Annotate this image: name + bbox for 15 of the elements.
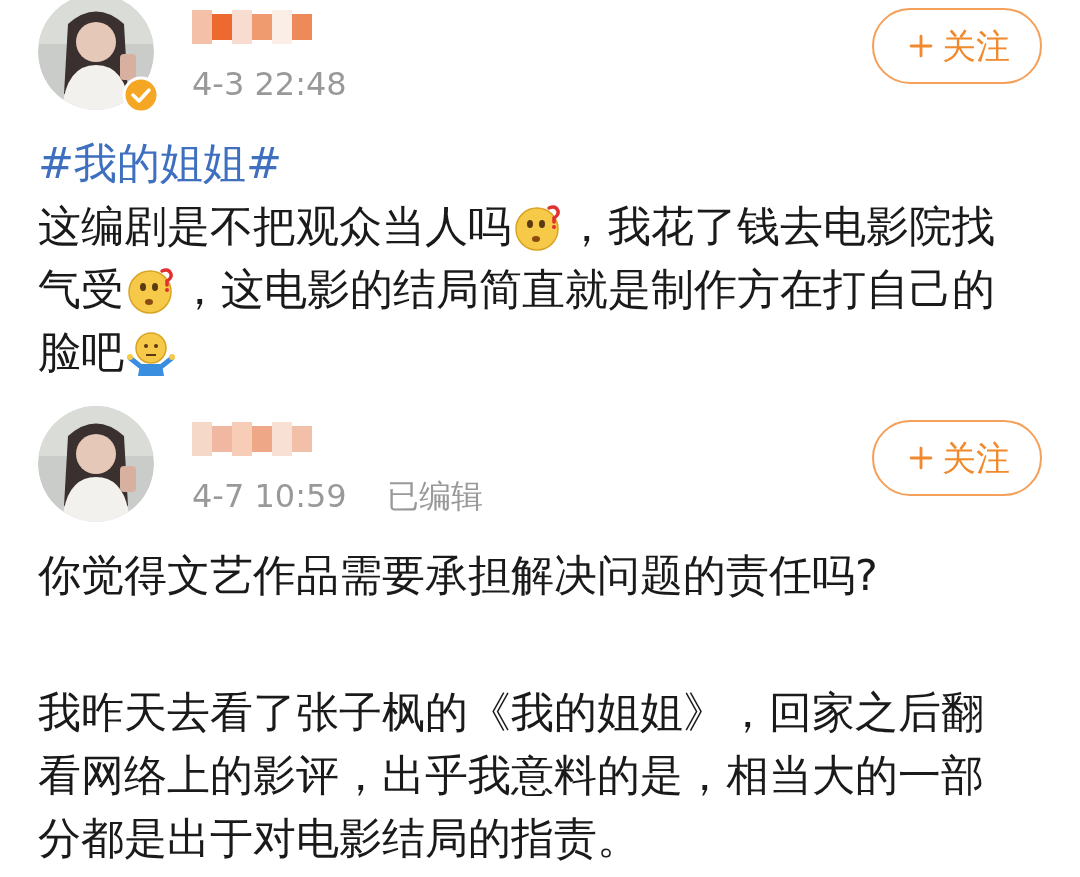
edited-label: 已编辑 [386,476,483,516]
post-text: 这编剧是不把观众当人吗 [38,200,511,254]
follow-button[interactable]: 关注 [872,8,1042,84]
post-text: 分都是出于对电影结局的指责。 [38,812,640,866]
follow-button[interactable]: 关注 [872,420,1042,496]
post-text: ，这电影的结局简直就是制作方在打自己的 [178,263,995,317]
post-text: 脸吧 [38,326,124,380]
post-text: 你觉得文艺作品需要承担解决问题的责任吗? [38,549,878,603]
post-time: 4-7 10:59 [192,476,347,516]
post-text: ，我花了钱去电影院找 [565,200,995,254]
post-time: 4-3 22:48 [192,64,347,104]
post-text: 看网络上的影评，出乎我意料的是，相当大的一部 [38,749,984,803]
hashtag-link[interactable]: #我的姐姐# [38,131,283,196]
post-text: 气受 [38,263,124,317]
post-text: 我昨天去看了张子枫的《我的姐姐》，回家之后翻 [38,686,984,740]
